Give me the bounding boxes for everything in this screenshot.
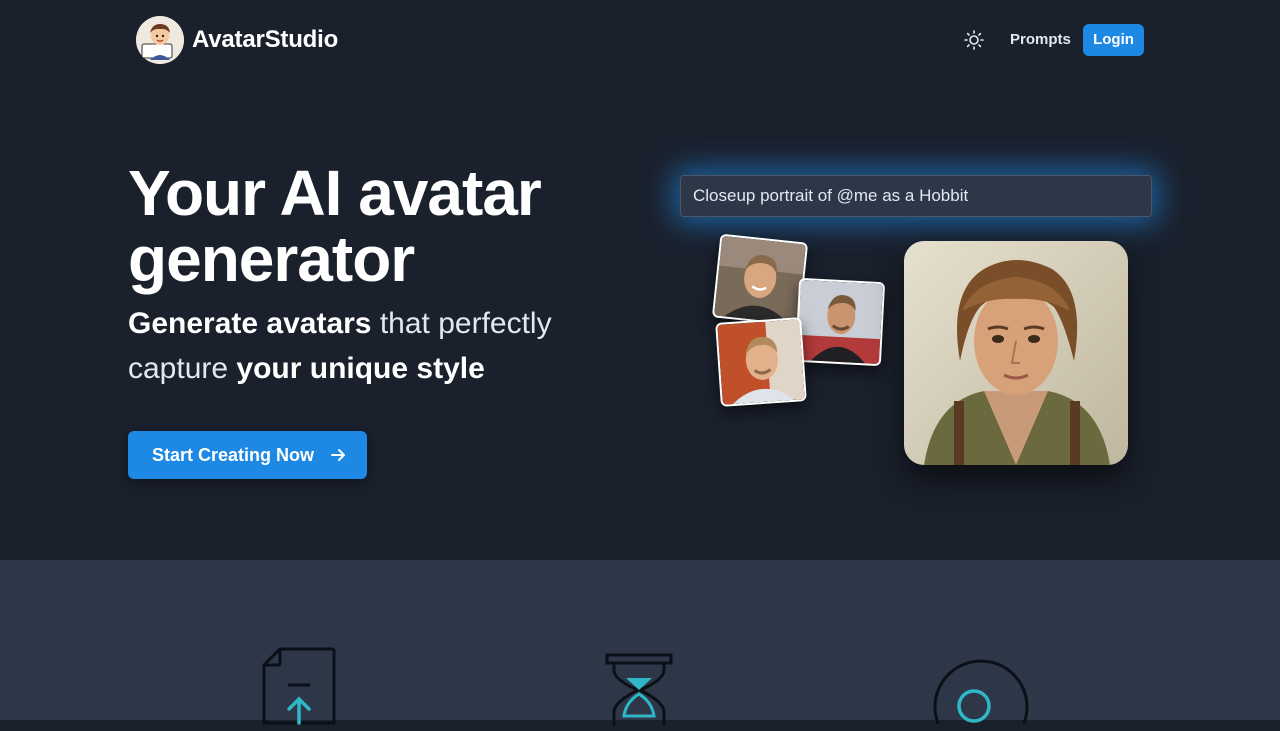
sun-icon xyxy=(964,30,984,50)
nav-link-prompts[interactable]: Prompts xyxy=(1002,24,1079,56)
hero-subtitle: Generate avatars that perfectly capture … xyxy=(128,301,628,391)
brand-logo[interactable] xyxy=(136,16,184,64)
circle-icon xyxy=(933,659,1029,731)
hourglass-icon xyxy=(605,653,673,726)
start-creating-label: Start Creating Now xyxy=(152,445,315,465)
arrow-right-icon xyxy=(331,448,346,461)
hobbit-portrait-image xyxy=(904,241,1128,465)
cartoon-avatar-icon xyxy=(136,16,184,64)
portrait-image xyxy=(717,319,805,405)
theme-toggle-button[interactable] xyxy=(962,28,986,52)
portrait-image xyxy=(714,235,806,325)
feature-upload xyxy=(258,645,340,725)
subtitle-strong-1: Generate avatars xyxy=(128,307,372,340)
generated-avatar xyxy=(904,241,1128,465)
file-upload-icon xyxy=(262,647,336,725)
start-creating-button[interactable]: Start Creating Now xyxy=(128,431,367,479)
login-button[interactable]: Login xyxy=(1083,24,1144,56)
hero-title: Your AI avatar generator xyxy=(128,157,542,295)
portrait-image xyxy=(796,279,884,365)
feature-wait xyxy=(604,650,676,726)
subtitle-strong-2: your unique style xyxy=(236,352,485,385)
feature-result xyxy=(928,654,1034,731)
reference-photo xyxy=(715,317,807,407)
reference-photo xyxy=(794,277,886,367)
prompt-input[interactable] xyxy=(680,175,1152,217)
reference-photo xyxy=(711,233,809,327)
brand-name[interactable]: AvatarStudio xyxy=(192,24,338,56)
